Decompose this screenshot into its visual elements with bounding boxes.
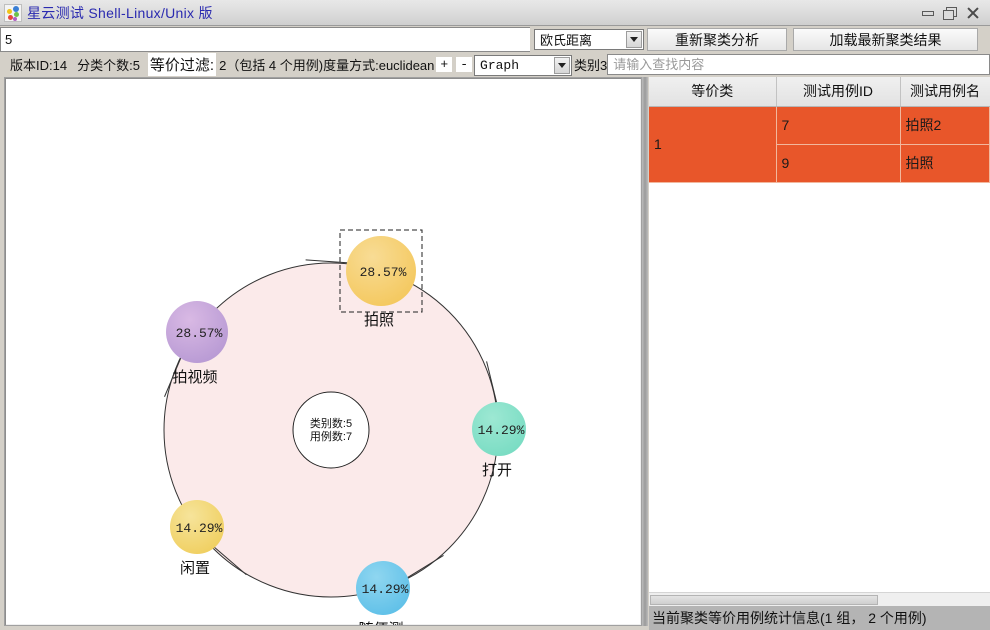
window-title: 星云测试 Shell-Linux/Unix 版 <box>27 4 213 21</box>
metric-label: 度量方式:euclidean <box>323 58 435 73</box>
bubble-cluster-chart[interactable]: 28.57% 拍照 28.57% 拍视频 14.29% 打开 14.29% 闲置 14.29% 随… <box>5 78 641 625</box>
svg-text:拍视频: 拍视频 <box>172 369 217 386</box>
window-controls <box>920 6 990 20</box>
view-mode-value: Graph <box>480 58 520 73</box>
svg-text:14.29%: 14.29% <box>478 423 525 438</box>
svg-text:打开: 打开 <box>482 462 512 479</box>
svg-text:14.29%: 14.29% <box>176 521 223 536</box>
app-palette-icon <box>4 3 22 22</box>
find-input[interactable]: 请输入查找内容 <box>607 54 990 75</box>
minimize-icon[interactable] <box>920 6 934 20</box>
svg-text:拍照: 拍照 <box>364 312 394 329</box>
view-mode-select[interactable]: Graph <box>474 55 573 76</box>
title-bar: 星云测试 Shell-Linux/Unix 版 <box>0 0 990 26</box>
horizontal-scrollbar[interactable] <box>649 592 990 606</box>
distance-metric-value: 欧氏距离 <box>540 33 593 48</box>
svg-text:28.57%: 28.57% <box>176 326 223 341</box>
svg-text:类别数:5: 类别数:5 <box>310 416 352 430</box>
svg-text:14.29%: 14.29% <box>362 582 409 597</box>
version-label: 版本ID:14 <box>10 58 68 73</box>
svg-text:28.57%: 28.57% <box>360 265 407 280</box>
cell-testcase-id[interactable]: 7 <box>776 106 901 145</box>
chevron-down-icon[interactable] <box>626 31 642 48</box>
column-header-testcase-id[interactable]: 测试用例ID <box>776 77 901 107</box>
cell-equivalence-class[interactable]: 1 <box>649 106 777 183</box>
svg-text:用例数:7: 用例数:7 <box>310 429 352 443</box>
chevron-down-icon[interactable] <box>554 57 571 74</box>
cell-testcase-id[interactable]: 9 <box>776 144 901 183</box>
table-empty-area <box>649 182 990 592</box>
category-label: 类别3 <box>572 55 608 74</box>
cell-testcase-name[interactable]: 拍照2 <box>900 106 990 145</box>
panel-splitter[interactable] <box>642 77 648 626</box>
maximize-icon[interactable] <box>943 6 957 20</box>
svg-text:闲置: 闲置 <box>180 560 210 577</box>
status-bar: 当前聚类等价用例统计信息(1 组， 2 个用例) <box>649 606 990 630</box>
equivalence-filter-value: 2（包括 4 个用例) <box>219 58 324 73</box>
svg-text:随便测: 随便测 <box>358 621 403 625</box>
app-window: 星云测试 Shell-Linux/Unix 版 5 欧氏距离 重新聚类分析 加载… <box>0 0 990 630</box>
zoom-out-button[interactable]: - <box>456 57 473 72</box>
column-header-equivalence-class[interactable]: 等价类 <box>649 77 777 107</box>
close-icon[interactable] <box>966 6 980 20</box>
table-row[interactable]: 1 7 拍照2 <box>649 106 990 183</box>
search-input[interactable]: 5 <box>0 27 530 52</box>
distance-metric-select[interactable]: 欧氏距离 <box>534 29 644 50</box>
equivalence-table: 等价类 测试用例ID 测试用例名 1 7 拍照2 9 拍照 <box>649 77 990 183</box>
scrollbar-thumb[interactable] <box>650 595 878 605</box>
column-header-testcase-name[interactable]: 测试用例名 <box>900 77 990 107</box>
cell-testcase-name[interactable]: 拍照 <box>900 144 990 183</box>
zoom-in-button[interactable]: + <box>436 57 453 72</box>
equivalence-table-panel: 等价类 测试用例ID 测试用例名 1 7 拍照2 9 拍照 当前聚类等价用例统计… <box>649 77 990 630</box>
info-bar: 版本ID:14 分类个数:5 等价过滤: 2（包括 4 个用例) 度量方式:eu… <box>0 53 990 76</box>
class-count-label: 分类个数:5 <box>77 58 140 73</box>
toolbar-primary: 5 欧氏距离 重新聚类分析 加载最新聚类结果 <box>0 27 990 52</box>
table-body: 1 7 拍照2 9 拍照 <box>649 106 990 183</box>
table-header-row: 等价类 测试用例ID 测试用例名 <box>649 77 990 107</box>
equivalence-filter-label[interactable]: 等价过滤: <box>147 53 217 76</box>
cluster-graph-panel[interactable]: 28.57% 拍照 28.57% 拍视频 14.29% 打开 14.29% 闲置 14.29% 随… <box>4 77 642 626</box>
load-latest-result-button[interactable]: 加载最新聚类结果 <box>793 28 978 51</box>
recluster-button[interactable]: 重新聚类分析 <box>647 28 787 51</box>
